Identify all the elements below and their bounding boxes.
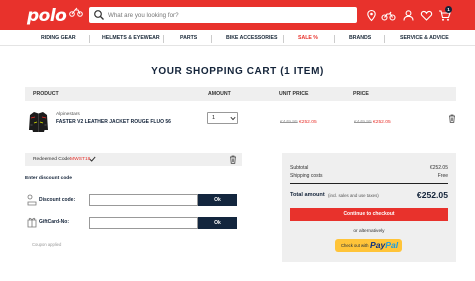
nav-divider	[89, 35, 90, 43]
nav-divider	[163, 35, 164, 43]
giftcard-input[interactable]	[89, 217, 198, 229]
product-brand: Alpinestars	[56, 112, 80, 117]
total-label: Total amount	[290, 192, 325, 198]
search-icon[interactable]	[93, 9, 105, 21]
paypal-logo-pal: Pal	[385, 240, 399, 250]
price-old: €449.95	[354, 120, 372, 125]
quantity-value: 1	[212, 115, 216, 121]
paypal-checkout-button[interactable]: Check out with PayPal	[335, 239, 402, 252]
cart-count-badge: 1	[445, 6, 452, 13]
column-header-product: PRODUCT	[33, 91, 59, 97]
paypal-prefix: Check out with	[341, 243, 369, 248]
quantity-select[interactable]: 1	[207, 112, 238, 124]
giftcard-label: GiftCard-No:	[39, 219, 69, 225]
nav-item-brands[interactable]: BRANDS	[349, 35, 371, 41]
nav-item-service-advice[interactable]: SERVICE & ADVICE	[400, 35, 449, 41]
or-alternatively-text: or alternatively	[353, 229, 385, 234]
enter-discount-heading: Enter discount code	[25, 176, 73, 181]
motorcycle-icon[interactable]	[381, 9, 396, 22]
shipping-label: Shipping costs	[290, 173, 323, 179]
nav-item-parts[interactable]: PARTS	[180, 35, 197, 41]
subtotal-value: €252.05	[429, 165, 448, 171]
chevron-down-icon	[230, 116, 236, 121]
trash-icon[interactable]	[448, 114, 456, 123]
nav-item-riding-gear[interactable]: RIDING GEAR	[41, 35, 76, 41]
search-input[interactable]	[108, 8, 353, 22]
location-icon[interactable]	[365, 9, 378, 22]
redeemed-code-value: MWST19	[70, 157, 91, 162]
discount-code-label: Discount code:	[39, 197, 76, 203]
total-value: €252.05	[416, 190, 448, 200]
discount-ok-button[interactable]: Ok	[198, 194, 237, 206]
remove-code-icon[interactable]	[229, 155, 237, 164]
top-bar: polo 1	[0, 0, 475, 30]
checkmark-icon	[89, 156, 96, 162]
total-note: (incl. sales and use taxes)	[328, 193, 379, 198]
redeemed-code-label: Redeemed Code:	[33, 157, 72, 162]
paypal-logo-pay: Pay	[370, 240, 386, 250]
column-header-unit-price: UNIT PRICE	[279, 91, 309, 97]
unit-price-new: €252.05	[299, 120, 317, 125]
polo-logo[interactable]: polo	[27, 6, 67, 26]
subtotal-label: Subtotal	[290, 165, 309, 171]
nav-divider	[384, 35, 385, 43]
discount-tag-icon	[27, 194, 37, 206]
coupon-applied-note: Coupon applied	[32, 242, 62, 247]
shipping-value: Free	[437, 173, 448, 179]
summary-divider	[290, 183, 448, 184]
unit-price-old: €449.95	[280, 120, 298, 125]
nav-divider	[211, 35, 212, 43]
column-header-price: PRICE	[353, 91, 369, 97]
giftcard-ok-button[interactable]: Ok	[198, 217, 237, 229]
price-new: €252.05	[373, 120, 391, 125]
search-box[interactable]	[89, 7, 357, 23]
cart-table-header: PRODUCT AMOUNT UNIT PRICE PRICE	[25, 87, 456, 101]
nav-divider	[283, 35, 284, 43]
redeemed-code-bar: Redeemed Code: MWST19	[25, 153, 242, 166]
nav-item-bike-accessories[interactable]: BIKE ACCESSORIES	[226, 35, 277, 41]
column-header-amount: AMOUNT	[208, 91, 231, 97]
product-image[interactable]	[28, 110, 49, 134]
nav-divider	[334, 35, 335, 43]
discount-code-input[interactable]	[89, 194, 198, 206]
account-icon[interactable]	[402, 9, 415, 22]
giftcard-icon	[27, 217, 37, 228]
paypal-logo: PayPal	[370, 240, 398, 250]
nav-item-helmets-eyewear[interactable]: HELMETS & EYEWEAR	[102, 35, 160, 41]
logo-motorcycle-icon	[69, 7, 83, 17]
main-nav: RIDING GEAR HELMETS & EYEWEAR PARTS BIKE…	[0, 31, 475, 46]
page-title: YOUR SHOPPING CART (1 ITEM)	[151, 66, 324, 77]
order-summary: Subtotal €252.05 Shipping costs Free Tot…	[282, 153, 456, 262]
product-name[interactable]: FASTER V2 LEATHER JACKET ROUGE FLUO 56	[56, 119, 171, 125]
nav-item-sale[interactable]: SALE %	[298, 35, 318, 41]
continue-checkout-button[interactable]: Continue to checkout	[290, 208, 448, 221]
heart-icon[interactable]	[420, 9, 433, 22]
